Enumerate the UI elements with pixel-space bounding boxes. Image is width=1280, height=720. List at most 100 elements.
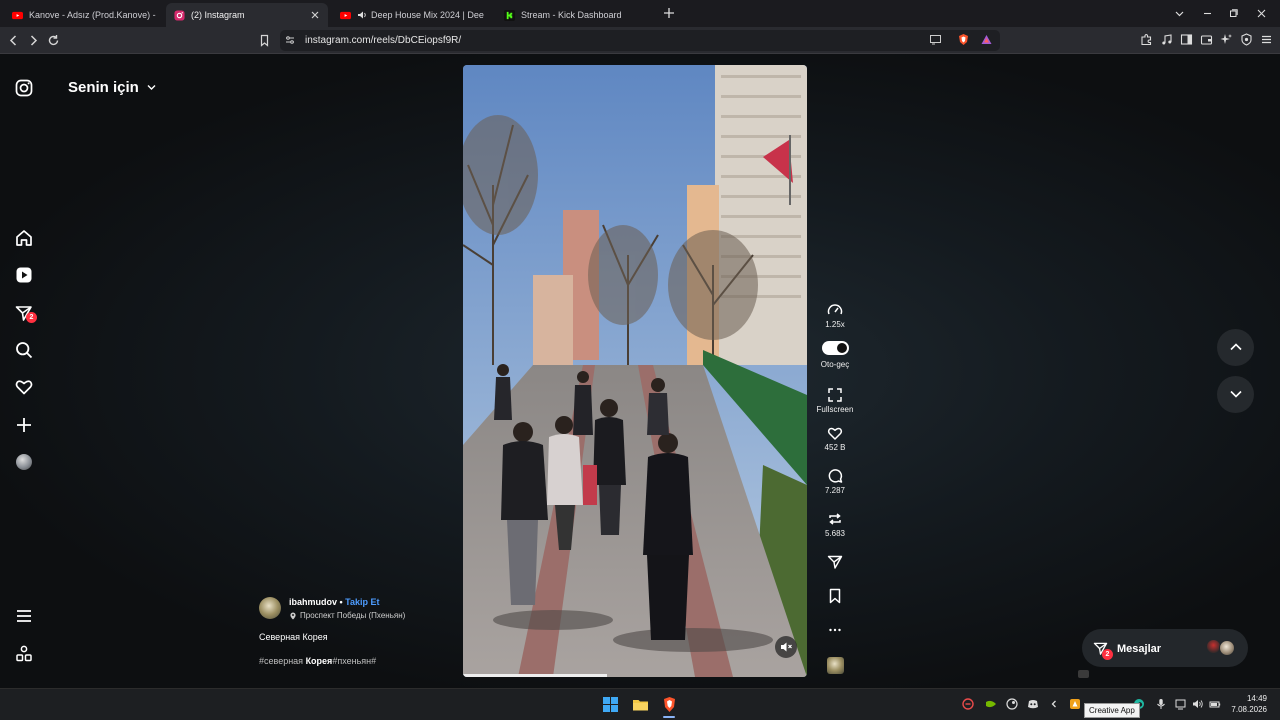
new-tab-icon[interactable]	[663, 7, 675, 19]
location-line[interactable]: Проспект Победы (Пхеньян)	[289, 611, 405, 620]
feed-title[interactable]: Senin için	[68, 79, 139, 96]
speedometer-icon	[827, 304, 843, 315]
home-icon[interactable]	[14, 228, 34, 248]
speed-control[interactable]: 1.25x	[815, 302, 855, 329]
system-clock[interactable]: 14:49 7.08.2026	[1231, 693, 1267, 715]
vpn-icon[interactable]	[1240, 33, 1253, 46]
bookmark-page-icon[interactable]	[258, 34, 271, 47]
tab-kick[interactable]: Stream - Kick Dashboard	[496, 3, 656, 27]
reel-hashtags[interactable]: #северная Корея#пхеньян#	[259, 656, 376, 666]
share-button[interactable]	[815, 554, 855, 570]
instagram-logo-icon[interactable]	[14, 78, 34, 98]
extensions-icon[interactable]	[1140, 33, 1153, 46]
active-app-indicator	[663, 716, 675, 718]
previous-reel-button[interactable]	[1217, 329, 1254, 366]
next-reel-button[interactable]	[1217, 376, 1254, 413]
tab-strip: Kanove - Adsız (Prod.Kanove) - YouTube (…	[0, 0, 1280, 27]
search-icon[interactable]	[14, 340, 34, 360]
kick-icon	[504, 9, 515, 21]
windows-start-icon[interactable]	[602, 696, 619, 713]
more-menu-icon[interactable]	[14, 606, 34, 626]
reload-icon[interactable]	[47, 34, 60, 47]
forward-icon[interactable]	[27, 34, 40, 47]
location-text: Проспект Победы (Пхеньян)	[300, 611, 406, 620]
minimize-icon[interactable]	[1202, 8, 1213, 19]
tab-title: Stream - Kick Dashboard	[521, 10, 622, 20]
author-username[interactable]: ibahmudov	[289, 597, 337, 607]
volume-icon[interactable]	[1192, 698, 1204, 710]
discord-icon[interactable]	[1027, 698, 1039, 710]
creative-app-icon[interactable]	[1069, 698, 1081, 710]
location-pin-icon	[290, 612, 296, 619]
messages-label: Mesajlar	[1117, 643, 1162, 655]
hashtag-bold: Корея	[305, 656, 333, 666]
meta-apps-icon[interactable]	[14, 644, 34, 664]
tab-instagram[interactable]: (2) Instagram	[166, 3, 328, 27]
mute-button[interactable]	[775, 636, 797, 658]
leo-ai-icon[interactable]	[1220, 33, 1233, 46]
close-window-icon[interactable]	[1256, 8, 1267, 19]
muted-speaker-icon	[781, 642, 792, 652]
share-icon	[827, 555, 843, 569]
scroll-indicator	[1078, 670, 1089, 678]
like-count: 452 B	[824, 443, 846, 452]
wallet-icon[interactable]	[1200, 33, 1213, 46]
tab-list-chevron-icon[interactable]	[1174, 8, 1185, 19]
close-tab-icon[interactable]	[310, 10, 320, 20]
restore-icon[interactable]	[1228, 8, 1239, 19]
author-avatar[interactable]	[259, 597, 281, 619]
author-separator: •	[337, 597, 346, 607]
profile-avatar[interactable]	[16, 454, 32, 470]
comment-icon	[828, 469, 843, 483]
toggle-switch[interactable]	[821, 341, 849, 355]
media-control-icon[interactable]	[1160, 33, 1173, 46]
fullscreen-label: Fullscreen	[816, 405, 854, 414]
nvidia-icon[interactable]	[985, 698, 997, 710]
menu-icon[interactable]	[1260, 33, 1273, 46]
reel-progress-bar[interactable]	[463, 674, 608, 677]
more-dots-icon	[829, 628, 841, 632]
comment-count: 7.287	[824, 486, 846, 495]
chevron-down-icon	[1229, 390, 1242, 398]
chevron-down-icon[interactable]	[146, 82, 157, 93]
brave-rewards-icon[interactable]	[980, 33, 993, 46]
tray-arrow-icon[interactable]	[1048, 698, 1060, 710]
sidebar-toggle-icon[interactable]	[1180, 33, 1193, 46]
site-settings-icon[interactable]	[284, 34, 296, 46]
like-button[interactable]: 452 B	[815, 425, 855, 452]
file-explorer-icon[interactable]	[632, 696, 649, 713]
network-icon[interactable]	[1175, 698, 1187, 710]
cast-icon[interactable]	[929, 33, 942, 46]
follow-button[interactable]: Takip Et	[345, 597, 379, 607]
speed-label: 1.25x	[825, 320, 845, 329]
battery-icon[interactable]	[1209, 698, 1221, 710]
heart-icon[interactable]	[14, 377, 34, 397]
brave-shields-icon[interactable]	[957, 33, 970, 46]
tab-youtube-kanove[interactable]: Kanove - Adsız (Prod.Kanove) - YouTube	[4, 3, 164, 27]
tray-tooltip: Creative App	[1084, 703, 1140, 718]
url-text[interactable]: instagram.com/reels/DbCEiopsf9R/	[305, 35, 461, 46]
create-plus-icon[interactable]	[14, 415, 34, 435]
comment-button[interactable]: 7.287	[815, 468, 855, 495]
heart-icon	[827, 427, 843, 440]
street-scene-image	[463, 65, 807, 677]
reel-video[interactable]	[463, 65, 807, 677]
tab-title: (2) Instagram	[191, 10, 245, 20]
speaker-icon[interactable]	[357, 10, 367, 20]
brave-browser-icon[interactable]	[661, 696, 678, 713]
reels-icon[interactable]	[14, 265, 34, 285]
more-options-button[interactable]	[815, 622, 855, 638]
microphone-icon[interactable]	[1155, 698, 1167, 710]
author-line: ibahmudov • Takip Et	[289, 597, 380, 607]
tray-app-icon[interactable]	[962, 698, 974, 710]
repost-button[interactable]: 5.683	[815, 511, 855, 538]
steam-icon[interactable]	[1006, 698, 1018, 710]
autoplay-toggle[interactable]: Oto-geç	[815, 341, 855, 369]
save-button[interactable]	[815, 588, 855, 604]
tab-deep-house[interactable]: Deep House Mix 2024 | Deep House	[332, 3, 492, 27]
back-icon[interactable]	[7, 34, 20, 47]
hashtag-suffix: #пхеньян#	[332, 656, 377, 666]
fullscreen-button[interactable]: Fullscreen	[815, 387, 855, 414]
audio-thumbnail[interactable]	[827, 657, 844, 674]
tab-title: Deep House Mix 2024 | Deep House	[371, 10, 484, 20]
